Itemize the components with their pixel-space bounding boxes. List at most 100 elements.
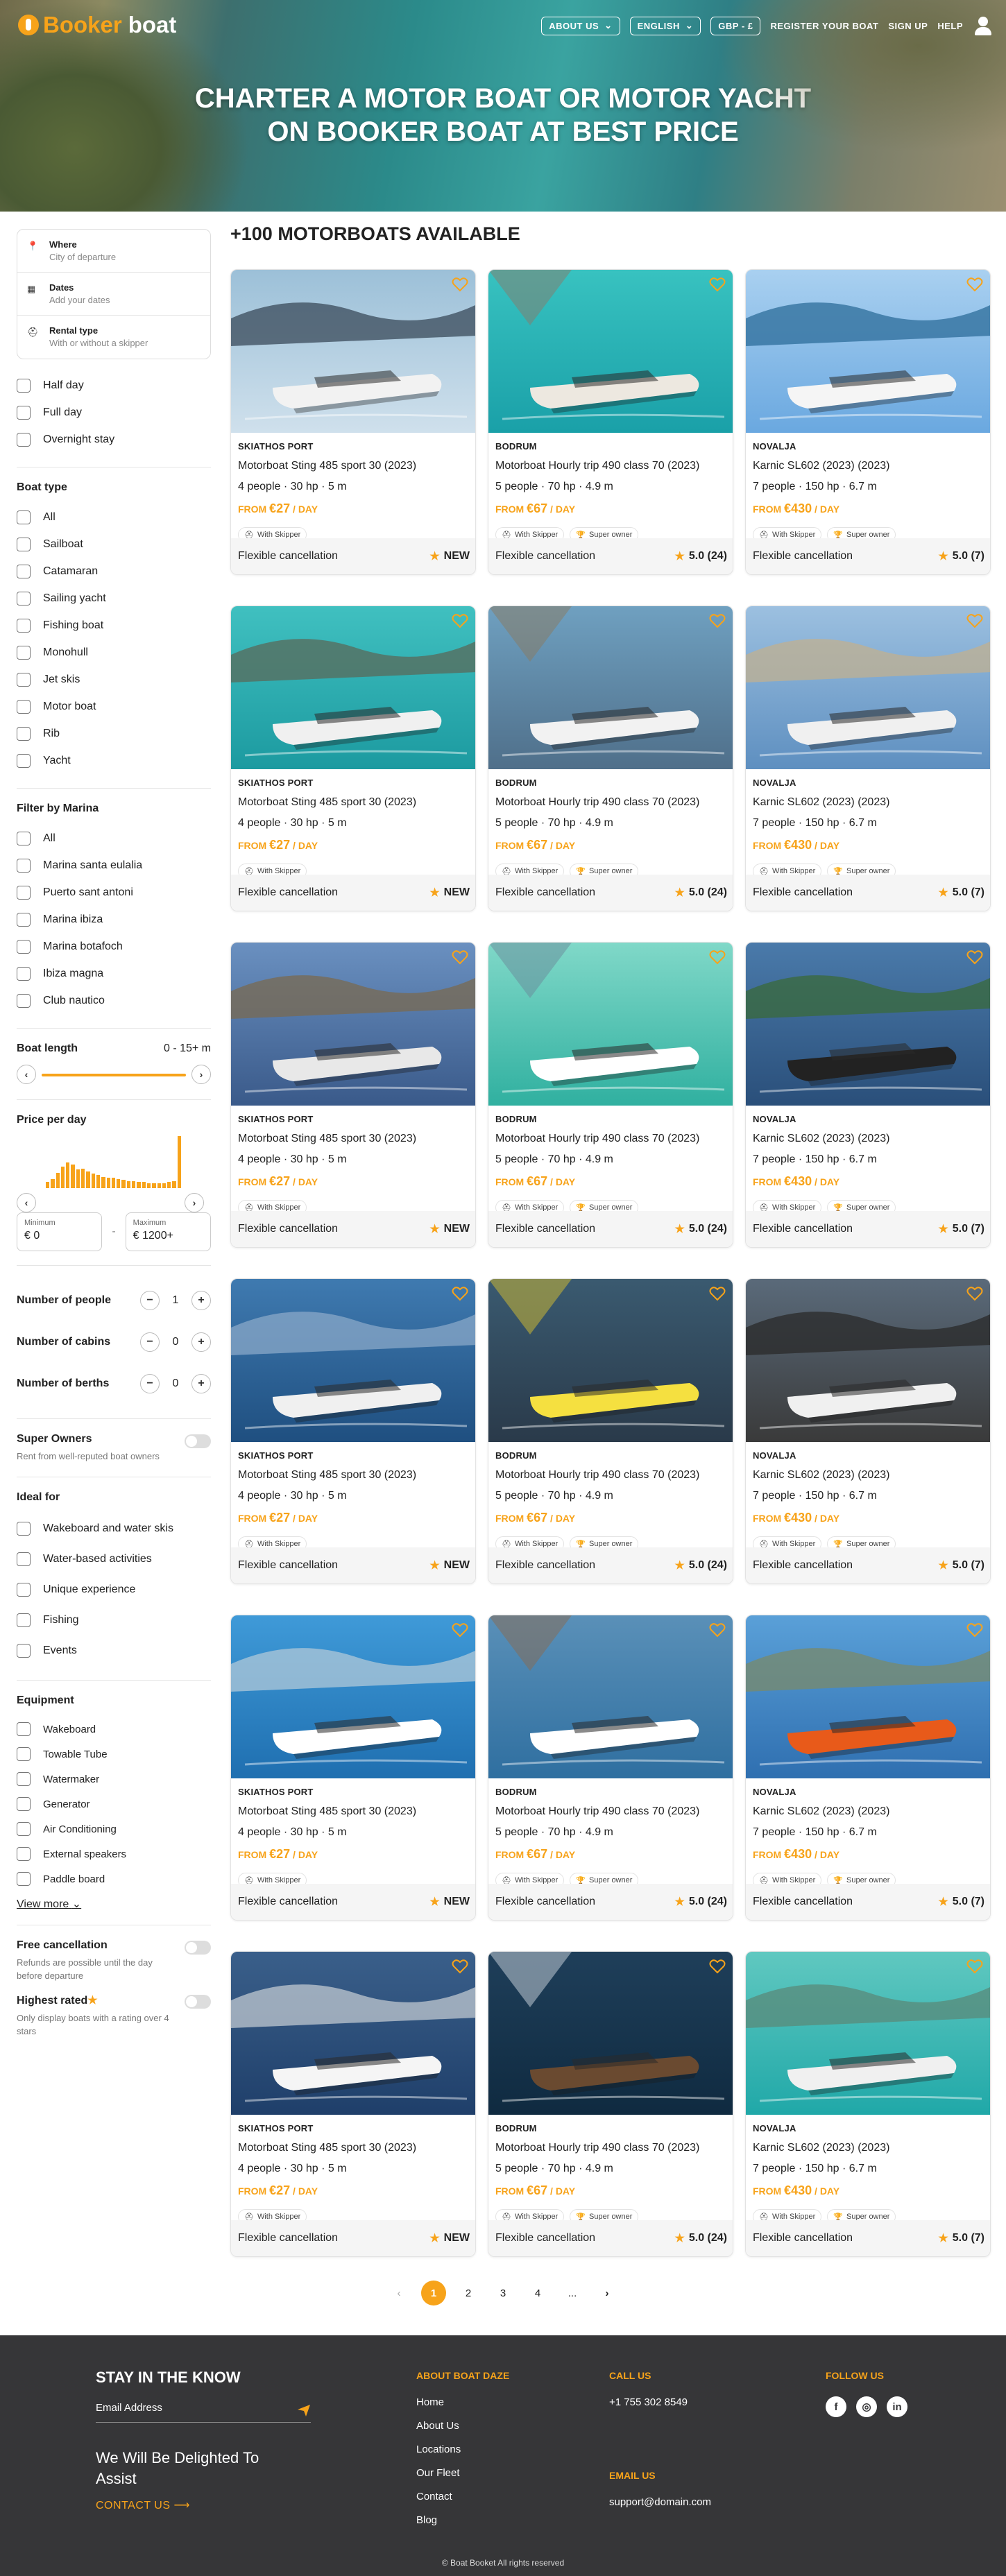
duration-option[interactable]: Full day — [17, 399, 211, 426]
boat-image[interactable] — [231, 1279, 476, 1442]
boat-photo[interactable] — [488, 1615, 733, 1778]
boat-card[interactable]: NOVALJA Karnic SL602 (2023) (2023) 7 peopl… — [745, 1278, 991, 1584]
checkbox[interactable] — [17, 537, 31, 551]
footer-link[interactable]: Home — [416, 2396, 509, 2420]
boat-card[interactable]: BODRUM Motorboat Hourly trip 490 class 70… — [488, 942, 733, 1248]
checkbox[interactable] — [17, 966, 31, 981]
heart-icon[interactable] — [709, 613, 726, 628]
boat-name[interactable]: Motorboat Hourly trip 490 class 70 (2023… — [495, 1805, 726, 1818]
boat-photo[interactable] — [746, 1615, 991, 1778]
boat-image[interactable] — [488, 943, 733, 1106]
plus-button[interactable]: + — [191, 1291, 211, 1310]
boat-type-option[interactable]: All — [17, 504, 211, 531]
checkbox[interactable] — [17, 1583, 31, 1597]
checkbox[interactable] — [17, 1644, 31, 1658]
checkbox[interactable] — [17, 1872, 31, 1886]
checkbox[interactable] — [17, 405, 31, 420]
duration-option[interactable]: Overnight stay — [17, 426, 211, 453]
boat-name[interactable]: Karnic SL602 (2023) (2023) — [753, 460, 983, 472]
minus-button[interactable]: − — [140, 1374, 160, 1393]
duration-option[interactable]: Half day — [17, 372, 211, 399]
boat-image[interactable] — [488, 606, 733, 769]
boat-name[interactable]: Karnic SL602 (2023) (2023) — [753, 1133, 983, 1145]
boat-image[interactable] — [746, 1952, 991, 2115]
heart-icon[interactable] — [966, 613, 983, 628]
heart-icon[interactable] — [709, 950, 726, 965]
user-icon[interactable] — [973, 15, 994, 36]
plus-button[interactable]: + — [191, 1332, 211, 1352]
highest-rated-toggle[interactable] — [185, 1995, 211, 2009]
checkbox[interactable] — [17, 753, 31, 768]
checkbox[interactable] — [17, 1613, 31, 1627]
boat-name[interactable]: Motorboat Hourly trip 490 class 70 (2023… — [495, 1133, 726, 1145]
footer-link[interactable]: Blog — [416, 2514, 509, 2538]
boat-type-option[interactable]: Motor boat — [17, 693, 211, 720]
marina-option[interactable]: Marina botafoch — [17, 933, 211, 960]
boat-type-option[interactable]: Monohull — [17, 639, 211, 666]
newsletter-email-input[interactable]: Email Address — [96, 2402, 311, 2423]
super-owners-toggle[interactable] — [185, 1434, 211, 1448]
boat-photo[interactable] — [231, 1279, 476, 1442]
price-max-input[interactable]: Maximum € 1200+ — [125, 1212, 211, 1251]
checkbox[interactable] — [17, 1722, 31, 1736]
checkbox[interactable] — [17, 1822, 31, 1836]
boat-image[interactable] — [488, 270, 733, 433]
footer-link[interactable]: About Us — [416, 2420, 509, 2444]
checkbox[interactable] — [17, 726, 31, 741]
checkbox[interactable] — [17, 1522, 31, 1536]
footer-link[interactable]: Locations — [416, 2444, 509, 2467]
boat-image[interactable] — [746, 1615, 991, 1778]
minus-button[interactable]: − — [140, 1291, 160, 1310]
heart-icon[interactable] — [966, 277, 983, 292]
boat-image[interactable] — [231, 1615, 475, 1778]
linkedin-icon[interactable]: in — [887, 2396, 907, 2417]
boat-name[interactable]: Motorboat Sting 485 sport 30 (2023) — [238, 460, 468, 472]
chevron-left-icon[interactable]: ‹ — [17, 1193, 36, 1212]
checkbox[interactable] — [17, 1847, 31, 1861]
checkbox[interactable] — [17, 699, 31, 714]
boat-name[interactable]: Motorboat Sting 485 sport 30 (2023) — [238, 1133, 468, 1145]
boat-photo[interactable] — [488, 1279, 733, 1442]
boat-card[interactable]: NOVALJA Karnic SL602 (2023) (2023) 7 peopl… — [745, 1615, 991, 1921]
checkbox[interactable] — [17, 591, 31, 606]
boat-image[interactable] — [231, 606, 475, 769]
marina-option[interactable]: Puerto sant antoni — [17, 879, 211, 906]
prev-page-button[interactable]: ‹ — [382, 2287, 416, 2299]
checkbox[interactable] — [17, 672, 31, 687]
boat-name[interactable]: Karnic SL602 (2023) (2023) — [753, 796, 983, 809]
equipment-option[interactable]: Watermaker — [17, 1767, 211, 1792]
marina-option[interactable]: Ibiza magna — [17, 960, 211, 987]
boat-photo[interactable] — [746, 1952, 991, 2115]
boat-type-option[interactable]: Rib — [17, 720, 211, 747]
checkbox[interactable] — [17, 564, 31, 578]
boat-name[interactable]: Karnic SL602 (2023) (2023) — [753, 2142, 983, 2154]
next-page-button[interactable]: › — [590, 2287, 624, 2299]
instagram-icon[interactable]: ◎ — [856, 2396, 877, 2417]
checkbox[interactable] — [17, 885, 31, 900]
heart-icon[interactable] — [709, 1959, 726, 1974]
boat-card[interactable]: NOVALJA Karnic SL602 (2023) (2023) 7 peopl… — [745, 606, 991, 911]
facebook-icon[interactable]: f — [826, 2396, 846, 2417]
heart-icon[interactable] — [452, 1959, 468, 1974]
equipment-option[interactable]: Paddle board — [17, 1866, 211, 1891]
boat-type-option[interactable]: Jet skis — [17, 666, 211, 693]
page-4[interactable]: 4 — [520, 2287, 555, 2299]
boat-image[interactable] — [746, 270, 990, 433]
boat-name[interactable]: Motorboat Sting 485 sport 30 (2023) — [238, 1469, 468, 1482]
boat-card[interactable]: BODRUM Motorboat Hourly trip 490 class 70… — [488, 1615, 733, 1921]
equipment-option[interactable]: Air Conditioning — [17, 1817, 211, 1841]
boat-name[interactable]: Motorboat Hourly trip 490 class 70 (2023… — [495, 796, 726, 809]
boat-name[interactable]: Motorboat Sting 485 sport 30 (2023) — [238, 796, 468, 809]
boat-photo[interactable] — [488, 1952, 733, 2115]
boat-photo[interactable] — [231, 943, 476, 1106]
register-boat-link[interactable]: REGISTER YOUR BOAT — [770, 21, 878, 31]
where-field[interactable]: 📍 Where City of departure — [17, 230, 210, 273]
boat-type-option[interactable]: Sailing yacht — [17, 585, 211, 612]
marina-option[interactable]: Marina santa eulalia — [17, 852, 211, 879]
boat-image[interactable] — [488, 1615, 733, 1778]
heart-icon[interactable] — [709, 277, 726, 292]
boat-length-slider[interactable]: ‹ › — [17, 1065, 211, 1085]
checkbox[interactable] — [17, 510, 31, 524]
boat-card[interactable]: BODRUM Motorboat Hourly trip 490 class 70… — [488, 606, 733, 911]
send-icon[interactable] — [297, 2403, 311, 2417]
